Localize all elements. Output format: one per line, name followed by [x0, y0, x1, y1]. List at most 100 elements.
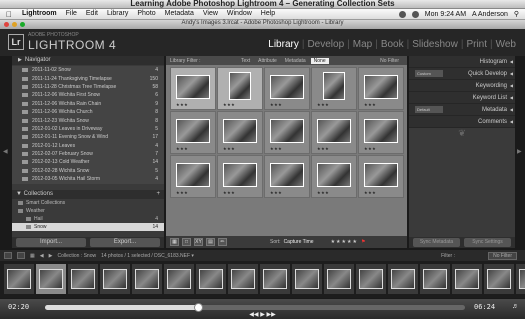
thumbnail-rating[interactable]: ★★★	[270, 102, 282, 107]
thumbnail-rating[interactable]: ★★★	[223, 190, 235, 195]
panel-keywording[interactable]: Keywording ◀	[409, 80, 515, 92]
menu-item-file[interactable]: File	[66, 10, 77, 17]
folder-row[interactable]: 2011-11-24 Thanksgiving Timelapse 150	[12, 74, 164, 82]
filmstrip-filter-select[interactable]: No Filter	[488, 251, 517, 260]
grid-thumbnail[interactable]: ★★★	[358, 111, 404, 154]
grid-thumbnail[interactable]: ★★★	[217, 111, 263, 154]
thumbnail-rating[interactable]: ★★★	[176, 146, 188, 151]
collection-row[interactable]: Smart Collections	[12, 199, 164, 207]
close-icon[interactable]	[4, 22, 9, 27]
import-button[interactable]: Import...	[16, 238, 86, 247]
filmstrip-thumbnail[interactable]	[388, 264, 418, 294]
spotlight-icon[interactable]: ⚲	[514, 10, 519, 18]
navigator-header[interactable]: ▶ Navigator	[12, 56, 164, 65]
left-panel-toggle-icon[interactable]: ◀	[3, 148, 8, 155]
menu-item-photo[interactable]: Photo	[137, 10, 155, 17]
grid-icon[interactable]: ▦	[30, 253, 35, 259]
sync-metadata-button[interactable]: Sync Metadata	[413, 238, 460, 247]
filter-option-text[interactable]: Text	[238, 58, 253, 64]
metadata-preset[interactable]: Default	[415, 106, 443, 113]
module-print[interactable]: Print	[463, 39, 490, 50]
progress-track[interactable]	[45, 303, 465, 312]
filmstrip-thumbnail[interactable]	[132, 264, 162, 294]
menu-item-edit[interactable]: Edit	[86, 10, 98, 17]
collection-row[interactable]: Snow 14	[12, 223, 164, 231]
filter-option-attribute[interactable]: Attribute	[255, 58, 280, 64]
grid-thumbnail[interactable]: ★★★	[358, 155, 404, 198]
filter-option-metadata[interactable]: Metadata	[282, 58, 309, 64]
module-library[interactable]: Library	[265, 39, 302, 50]
sort-select[interactable]: Capture Time	[284, 239, 314, 245]
loupe-view-icon[interactable]: □	[182, 238, 191, 246]
grid-thumbnail[interactable]: ★★★	[358, 67, 404, 110]
filmstrip-thumbnail[interactable]	[100, 264, 130, 294]
filmstrip-thumbnail[interactable]	[228, 264, 258, 294]
thumbnail-rating[interactable]: ★★★	[364, 146, 376, 151]
painter-icon[interactable]: ✏	[218, 238, 227, 246]
collections-header[interactable]: ▼ Collections +	[12, 190, 164, 199]
folder-row[interactable]: 2011-12-06 Wichita Church 8	[12, 108, 164, 116]
menu-item-lightroom[interactable]: Lightroom	[22, 10, 57, 17]
forward-arrow-icon[interactable]: ▶	[49, 253, 53, 259]
export-button[interactable]: Export...	[90, 238, 160, 247]
filmstrip-thumbnail[interactable]	[516, 264, 525, 294]
volume-control-icon[interactable]: ♬	[512, 303, 519, 310]
grid-thumbnail[interactable]: ★★★	[170, 155, 216, 198]
filter-option-none[interactable]: None	[310, 57, 329, 64]
thumbnail-rating[interactable]: ★★★	[364, 102, 376, 107]
menubar-user[interactable]: A Anderson	[472, 11, 508, 18]
module-develop[interactable]: Develop	[304, 39, 347, 50]
grid-thumbnail[interactable]: ★★★	[311, 155, 357, 198]
plus-icon[interactable]: +	[156, 190, 160, 199]
grid-view-icon[interactable]: ▦	[170, 238, 179, 246]
thumbnail-rating[interactable]: ★★★	[176, 102, 188, 107]
thumbnail-rating[interactable]: ★★★	[317, 190, 329, 195]
menu-item-library[interactable]: Library	[107, 10, 128, 17]
collection-row[interactable]: Weather	[12, 207, 164, 215]
thumbnail-rating[interactable]: ★★★	[270, 146, 282, 151]
folder-row[interactable]: 2012-02-28 Wichita Snow 5	[12, 167, 164, 175]
grid-thumbnail[interactable]: ★★★	[170, 67, 216, 110]
thumbnail-rating[interactable]: ★★★	[270, 190, 282, 195]
grid-thumbnail[interactable]: ★★★	[217, 155, 263, 198]
fast-forward-icon[interactable]: ▶▶	[266, 312, 275, 318]
filmstrip-thumbnail[interactable]	[484, 264, 514, 294]
folder-row[interactable]: 2011-11-02 Snow 4	[12, 66, 164, 74]
filmstrip-thumbnail[interactable]	[356, 264, 386, 294]
menu-item-help[interactable]: Help	[261, 10, 275, 17]
thumbnail-rating[interactable]: ★★★	[317, 102, 329, 107]
minimize-icon[interactable]	[12, 22, 17, 27]
compare-view-icon[interactable]: XY	[194, 238, 203, 246]
thumbnail-rating[interactable]: ★★★	[223, 146, 235, 151]
panel-histogram[interactable]: Histogram ◀	[409, 56, 515, 68]
grid-thumbnail[interactable]: ★★★	[311, 111, 357, 154]
menu-item-metadata[interactable]: Metadata	[165, 10, 194, 17]
filmstrip-thumbnail[interactable]	[68, 264, 98, 294]
rating-stars[interactable]: ★★★★★	[331, 239, 358, 245]
menubar-clock[interactable]: Mon 9:24 AM	[425, 11, 466, 18]
menu-item-view[interactable]: View	[203, 10, 218, 17]
filmstrip-thumbnail[interactable]	[260, 264, 290, 294]
grid-thumbnail[interactable]: ★★★	[264, 111, 310, 154]
module-book[interactable]: Book	[378, 39, 407, 50]
apple-icon[interactable]: 	[6, 10, 12, 19]
filter-preset[interactable]: No Filter	[380, 58, 399, 64]
folder-row[interactable]: 2011-11-28 Christmas Tree Timelapse 58	[12, 83, 164, 91]
filmstrip-thumbnail[interactable]	[292, 264, 322, 294]
filmstrip-thumbnail[interactable]	[36, 264, 66, 294]
folder-row[interactable]: 2011-12-06 Wichita Rain Chain 9	[12, 100, 164, 108]
right-panel-toggle-icon[interactable]: ▶	[517, 148, 522, 155]
module-map[interactable]: Map	[350, 39, 375, 50]
back-arrow-icon[interactable]: ◀	[40, 253, 44, 259]
filmstrip-thumbnail[interactable]	[196, 264, 226, 294]
filmstrip-thumbnail[interactable]	[452, 264, 482, 294]
main-window-icon[interactable]	[4, 252, 12, 259]
panel-comments[interactable]: Comments ◀	[409, 116, 515, 128]
filmstrip-thumbnail[interactable]	[4, 264, 34, 294]
grid-thumbnail[interactable]: ★★★	[170, 111, 216, 154]
folder-row[interactable]: 2012-01-11 Evening Snow & Wind 17	[12, 133, 164, 141]
grid-thumbnail[interactable]: ★★★	[217, 67, 263, 110]
rewind-icon[interactable]: ◀◀	[249, 312, 258, 318]
grid-thumbnail[interactable]: ★★★	[264, 155, 310, 198]
filmstrip-thumbnail[interactable]	[324, 264, 354, 294]
